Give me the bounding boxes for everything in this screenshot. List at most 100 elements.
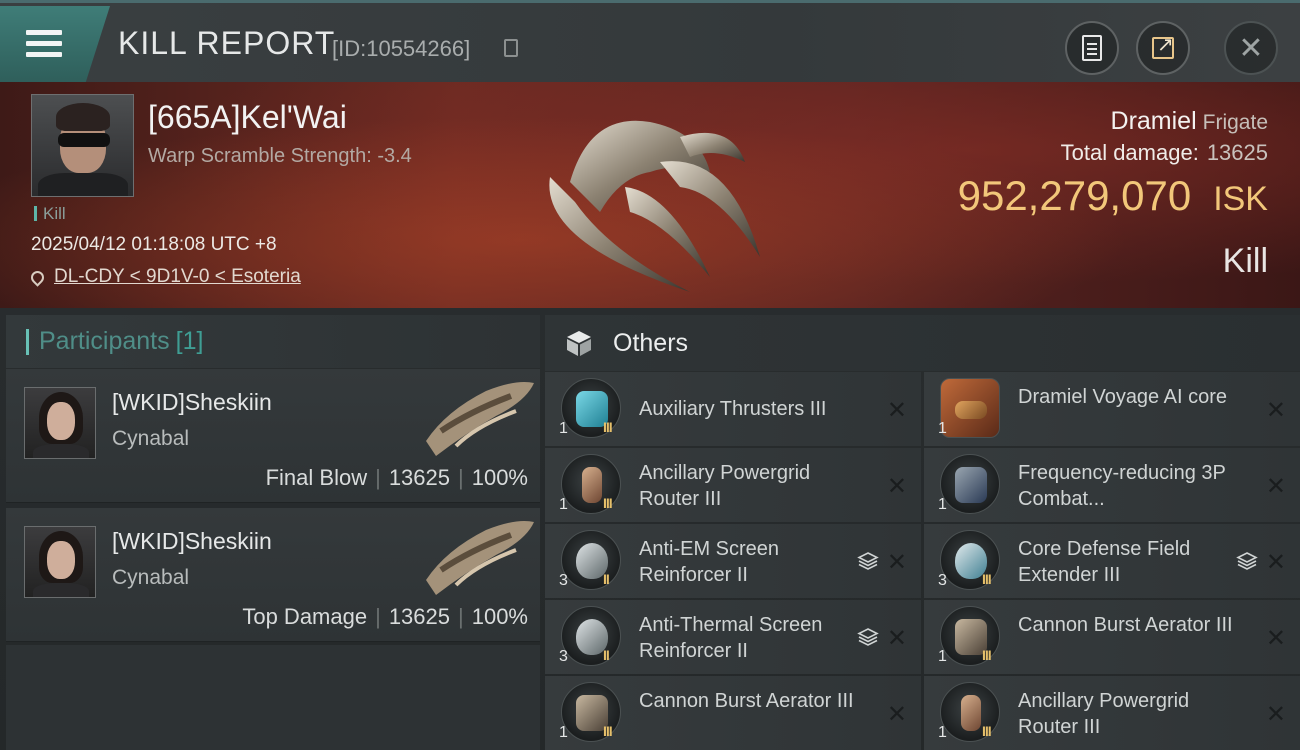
x-icon[interactable]: ✕ xyxy=(1266,548,1286,577)
copy-icon[interactable] xyxy=(504,39,518,57)
module-icon xyxy=(940,682,1000,742)
item-tier: III xyxy=(603,723,613,739)
x-icon[interactable]: ✕ xyxy=(1266,624,1286,653)
item-name: Ancillary Powergrid Router III xyxy=(1018,690,1190,738)
clipboard-icon xyxy=(1082,35,1102,61)
victim-name[interactable]: [665A]Kel'Wai xyxy=(148,99,347,136)
participant-role: Top Damage xyxy=(242,604,368,629)
victim-avatar[interactable] xyxy=(31,94,134,197)
item-qty: 1 xyxy=(559,724,568,741)
loot-item[interactable]: 1 Dramiel Voyage AI core ✕ xyxy=(924,372,1300,446)
module-icon xyxy=(940,530,1000,590)
module-icon xyxy=(940,606,1000,666)
loot-item[interactable]: 1 III Auxiliary Thrusters III ✕ xyxy=(545,372,921,446)
kill-tag: Kill xyxy=(34,204,66,224)
item-name: Core Defense Field Extender III xyxy=(1018,538,1191,586)
loot-item[interactable]: 1 Frequency-reducing 3P Combat... ✕ xyxy=(924,448,1300,522)
item-tier: III xyxy=(603,419,613,435)
module-icon xyxy=(940,454,1000,514)
item-tier: III xyxy=(982,647,992,663)
share-icon xyxy=(1152,32,1174,59)
item-tier: III xyxy=(982,571,992,587)
item-qty: 3 xyxy=(938,572,947,589)
item-name: Cannon Burst Aerator III xyxy=(639,690,854,712)
clipboard-button[interactable] xyxy=(1065,21,1119,75)
participants-count: [1] xyxy=(175,327,204,355)
participant-avatar[interactable] xyxy=(24,526,96,598)
isk-unit: ISK xyxy=(1213,180,1268,218)
item-name: Auxiliary Thrusters III xyxy=(639,398,827,420)
item-name: Anti-Thermal Screen Reinforcer II xyxy=(639,614,823,662)
participant-ship: Cynabal xyxy=(112,566,190,589)
loot-item[interactable]: 3 II Anti-Thermal Screen Reinforcer II ✕ xyxy=(545,600,921,674)
participant-card[interactable]: [WKID]Sheskiin Cynabal Top Damage | 13625 |… xyxy=(6,508,540,642)
participants-empty-area xyxy=(6,645,540,750)
item-tier: III xyxy=(982,723,992,739)
stack-layers-icon[interactable] xyxy=(857,626,879,648)
stack-layers-icon[interactable] xyxy=(1236,550,1258,572)
location-text: DL-CDY < 9D1V-0 < Esoteria xyxy=(54,266,301,287)
item-name: Dramiel Voyage AI core xyxy=(1018,386,1227,408)
participant-percent: 100% xyxy=(471,465,528,490)
total-damage-label: Total damage: xyxy=(1060,140,1199,165)
menu-button[interactable] xyxy=(0,6,110,82)
close-icon: ✕ xyxy=(1238,31,1264,65)
module-icon xyxy=(561,454,621,514)
module-icon xyxy=(561,606,621,666)
module-icon xyxy=(561,682,621,742)
isk-value: 952,279,070 ISK xyxy=(958,172,1268,220)
participant-ship: Cynabal xyxy=(112,427,190,450)
ai-core-icon xyxy=(940,378,1000,438)
ship-class: Frigate xyxy=(1202,111,1268,134)
x-icon[interactable]: ✕ xyxy=(887,472,907,501)
item-qty: 1 xyxy=(938,496,947,513)
participant-percent: 100% xyxy=(471,604,528,629)
close-button[interactable]: ✕ xyxy=(1224,21,1278,75)
x-icon[interactable]: ✕ xyxy=(1266,472,1286,501)
item-name: Cannon Burst Aerator III xyxy=(1018,614,1233,636)
stack-layers-icon[interactable] xyxy=(857,550,879,572)
loot-item[interactable]: 3 III Core Defense Field Extender III ✕ xyxy=(924,524,1300,598)
others-header: Others xyxy=(545,315,1300,371)
x-icon[interactable]: ✕ xyxy=(887,624,907,653)
module-icon xyxy=(561,378,621,438)
x-icon[interactable]: ✕ xyxy=(887,700,907,729)
victim-ship-image xyxy=(549,120,760,292)
participant-name: [WKID]Sheskiin xyxy=(112,528,272,554)
participants-header: Participants [1] xyxy=(6,315,540,368)
x-icon[interactable]: ✕ xyxy=(887,548,907,577)
total-damage-value: 13625 xyxy=(1206,140,1268,165)
item-tier: II xyxy=(603,571,610,587)
item-tier: II xyxy=(603,647,610,663)
page-title: KILL REPORT xyxy=(118,25,336,61)
item-qty: 3 xyxy=(559,572,568,589)
header-bar: KILL REPORT [ID:10554266] ✕ xyxy=(0,0,1300,82)
participant-ship-image xyxy=(426,521,534,595)
cube-icon xyxy=(567,331,591,356)
x-icon[interactable]: ✕ xyxy=(887,396,907,425)
loot-item[interactable]: 1 III Ancillary Powergrid Router III ✕ xyxy=(545,448,921,522)
item-qty: 3 xyxy=(559,648,568,665)
loot-item[interactable]: 1 III Ancillary Powergrid Router III ✕ xyxy=(924,676,1300,750)
share-button[interactable] xyxy=(1136,21,1190,75)
item-name: Ancillary Powergrid Router III xyxy=(639,462,811,510)
x-icon[interactable]: ✕ xyxy=(1266,396,1286,425)
loot-item[interactable]: 1 III Cannon Burst Aerator III ✕ xyxy=(545,676,921,750)
victim-banner: [665A]Kel'Wai Warp Scramble Strength: -3… xyxy=(0,82,1300,308)
loot-item[interactable]: 1 III Cannon Burst Aerator III ✕ xyxy=(924,600,1300,674)
hamburger-icon xyxy=(26,30,62,58)
participant-stats: Top Damage | 13625 | 100% xyxy=(242,604,528,629)
item-qty: 1 xyxy=(559,496,568,513)
location-link[interactable]: DL-CDY < 9D1V-0 < Esoteria xyxy=(28,266,301,288)
participant-stats: Final Blow | 13625 | 100% xyxy=(265,465,528,490)
loot-item[interactable]: 3 II Anti-EM Screen Reinforcer II ✕ xyxy=(545,524,921,598)
participant-card[interactable]: [WKID]Sheskiin Cynabal Final Blow | 13625 |… xyxy=(6,369,540,503)
item-qty: 1 xyxy=(938,724,947,741)
item-name: Frequency-reducing 3P Combat... xyxy=(1018,462,1226,510)
x-icon[interactable]: ✕ xyxy=(1266,700,1286,729)
participant-name: [WKID]Sheskiin xyxy=(112,389,272,415)
participant-avatar[interactable] xyxy=(24,387,96,459)
kill-datetime: 2025/04/12 01:18:08 UTC +8 xyxy=(31,234,277,255)
module-icon xyxy=(561,530,621,590)
item-tier: III xyxy=(603,495,613,511)
